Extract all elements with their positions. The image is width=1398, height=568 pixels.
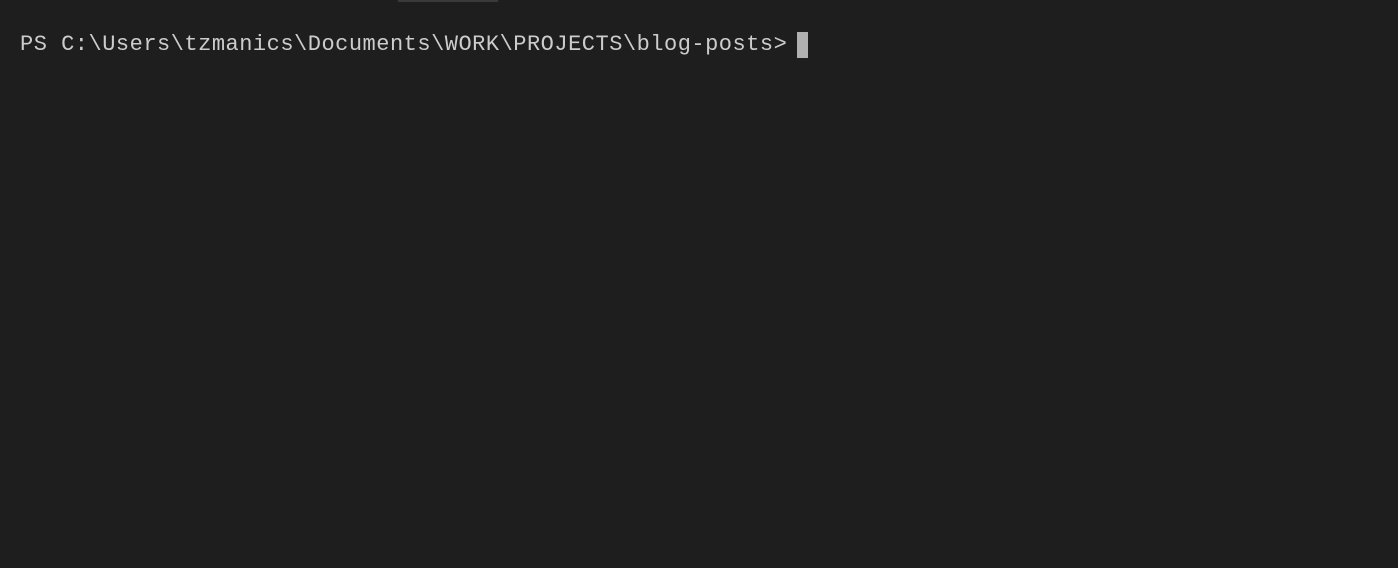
tab-indicator (398, 0, 498, 2)
prompt-text: PS C:\Users\tzmanics\Documents\WORK\PROJ… (20, 30, 787, 61)
prompt-line: PS C:\Users\tzmanics\Documents\WORK\PROJ… (20, 30, 1378, 61)
terminal-panel[interactable]: PS C:\Users\tzmanics\Documents\WORK\PROJ… (0, 0, 1398, 568)
cursor (797, 32, 808, 58)
